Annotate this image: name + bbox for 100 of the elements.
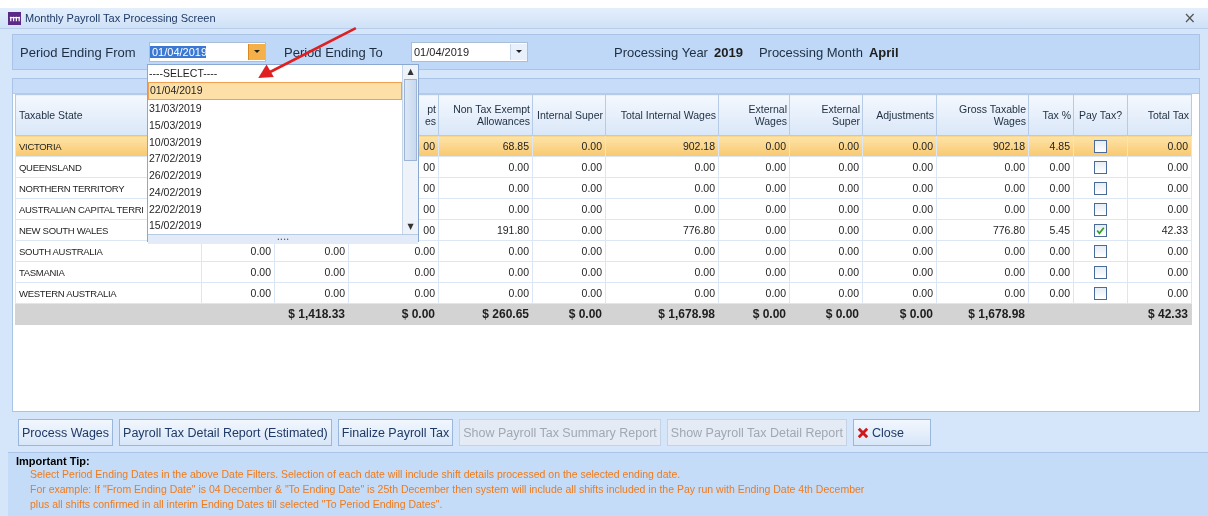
action-button[interactable]: Finalize Payroll Tax (337, 419, 454, 446)
action-button[interactable]: Process Wages (18, 419, 114, 446)
table-cell: 0.00 (1049, 245, 1070, 257)
dropdown-item[interactable]: 10/03/2019 (148, 133, 402, 151)
table-cell: 0.00 (581, 266, 602, 278)
table-cell: 0.00 (581, 182, 602, 194)
table-cell: 0.00 (694, 182, 715, 194)
table-cell: 776.80 (992, 224, 1025, 236)
table-cell: 0.00 (508, 245, 529, 257)
tip-title: Important Tip: (16, 455, 91, 467)
action-button[interactable]: Payroll Tax Detail Report (Estimated) (119, 419, 332, 446)
table-cell: 0.00 (1167, 287, 1188, 299)
table-cell: 0.00 (912, 182, 933, 194)
table-cell: 0.00 (1004, 203, 1025, 215)
table-cell: 0.00 (912, 266, 933, 278)
table-cell: 0.00 (581, 140, 602, 152)
table-cell: 68.85 (502, 140, 529, 152)
total-value: $ 0.00 (752, 307, 786, 321)
app-icon (8, 11, 21, 25)
table-cell: 00 (423, 161, 435, 173)
column-header[interactable]: Total Tax (1147, 109, 1189, 121)
table-cell: 0.00 (508, 182, 529, 194)
table-cell: 0.00 (838, 140, 859, 152)
column-header[interactable]: Taxable State (19, 109, 83, 121)
table-cell: 0.00 (250, 287, 271, 299)
period-from-dropdown[interactable]: 01/04/2019 (149, 42, 266, 62)
table-cell: 0.00 (912, 161, 933, 173)
table-cell: 0.00 (765, 245, 786, 257)
table-cell: 0.00 (694, 245, 715, 257)
dropdown-item[interactable]: 15/02/2019 (148, 217, 402, 234)
table-cell: 0.00 (1167, 182, 1188, 194)
table-cell: 0.00 (250, 245, 271, 257)
checkbox[interactable] (1094, 202, 1107, 216)
close-button[interactable]: × (1179, 11, 1200, 25)
total-value: $ 0.00 (825, 307, 859, 321)
dropdown-item[interactable]: 01/04/2019 (148, 81, 402, 101)
table-cell: 0.00 (694, 287, 715, 299)
dropdown-item[interactable]: ----SELECT---- (148, 65, 402, 82)
table-cell: 0.00 (1049, 182, 1070, 194)
checkbox[interactable] (1094, 223, 1107, 237)
table-cell: 0.00 (508, 161, 529, 173)
checkbox[interactable] (1094, 286, 1107, 300)
table-cell: 5.45 (1049, 224, 1070, 236)
column-header[interactable]: Tax % (1042, 109, 1071, 121)
total-value: $ 1,678.98 (658, 307, 715, 321)
table-cell: 0.00 (1004, 161, 1025, 173)
tip-text: For example: If "From Ending Date" is 04 December & "To Ending Date" is 25th December then system will include all shifts included in the Pay run with Ending Date 4th December (29, 482, 866, 497)
table-cell: 0.00 (838, 287, 859, 299)
table-cell: 0.00 (581, 224, 602, 236)
table-cell: 00 (423, 203, 435, 215)
dropdown-item[interactable]: 24/02/2019 (148, 183, 402, 201)
table-row[interactable]: TASMANIA 0.00 0.00 0.00 0.00 0.00 0.00 0.00 0.00 0.00 0.00 0.00 0.00 (15, 261, 1192, 283)
table-cell: 191.80 (496, 224, 529, 236)
tip-text: Select Period Ending Dates in the above Date Filters. Selection of each date will include shift details processed on the selected ending date. (29, 467, 682, 482)
table-cell: 0.00 (1004, 245, 1025, 257)
state-name: AUSTRALIAN CAPITAL TERRI (19, 204, 144, 215)
table-cell: 0.00 (1167, 203, 1188, 215)
close-button[interactable]: Close (852, 419, 931, 446)
table-cell: 0.00 (250, 266, 271, 278)
checkbox[interactable] (1094, 139, 1107, 153)
processing-month: April (868, 44, 899, 60)
total-value: $ 1,678.98 (968, 307, 1025, 321)
table-cell: 0.00 (1004, 266, 1025, 278)
table-cell: 0.00 (912, 224, 933, 236)
table-cell: 0.00 (1049, 161, 1070, 173)
dropdown-item[interactable]: 15/03/2019 (148, 117, 402, 134)
checkbox[interactable] (1094, 244, 1107, 258)
table-cell: 0.00 (324, 245, 345, 257)
table-row[interactable]: WESTERN AUSTRALIA 0.00 0.00 0.00 0.00 0.00 0.00 0.00 0.00 0.00 0.00 0.00 0.00 (15, 282, 1192, 304)
checkbox[interactable] (1094, 265, 1107, 279)
table-cell: 0.00 (694, 203, 715, 215)
table-cell: 0.00 (765, 224, 786, 236)
table-cell: 0.00 (324, 266, 345, 278)
table-cell: 0.00 (508, 203, 529, 215)
scroll-up-button[interactable]: ▲ (403, 65, 418, 79)
column-header[interactable]: pt es (424, 103, 436, 127)
tip-text: plus all shifts confirmed in all interim Ending Dates till selected "To Period Ending Dates". (29, 497, 444, 512)
checkbox[interactable] (1094, 160, 1107, 174)
scrollbar[interactable]: ▲ ▼ (402, 65, 418, 234)
table-cell: 00 (423, 224, 435, 236)
dropdown-item[interactable]: 31/03/2019 (148, 100, 402, 118)
period-to-dropdown[interactable]: 01/04/2019 (411, 42, 528, 62)
checkbox[interactable] (1094, 181, 1107, 195)
close-icon (856, 426, 869, 439)
table-cell: 0.00 (1167, 266, 1188, 278)
table-cell: 0.00 (765, 182, 786, 194)
caret-icon (254, 50, 260, 54)
table-cell: 0.00 (694, 266, 715, 278)
table-cell: 0.00 (912, 140, 933, 152)
table-cell: 0.00 (838, 245, 859, 257)
table-cell: 0.00 (1049, 266, 1070, 278)
processing-year-label: Processing Year (614, 44, 708, 60)
table-cell: 0.00 (581, 203, 602, 215)
processing-month-label: Processing Month (758, 44, 863, 60)
state-name: SOUTH AUSTRALIA (19, 246, 103, 257)
dropdown-item[interactable]: 22/02/2019 (148, 200, 402, 218)
scroll-down-button[interactable]: ▼ (403, 219, 418, 234)
table-cell: 0.00 (838, 224, 859, 236)
total-value: $ 0.00 (401, 307, 435, 321)
table-cell: 00 (423, 182, 435, 194)
